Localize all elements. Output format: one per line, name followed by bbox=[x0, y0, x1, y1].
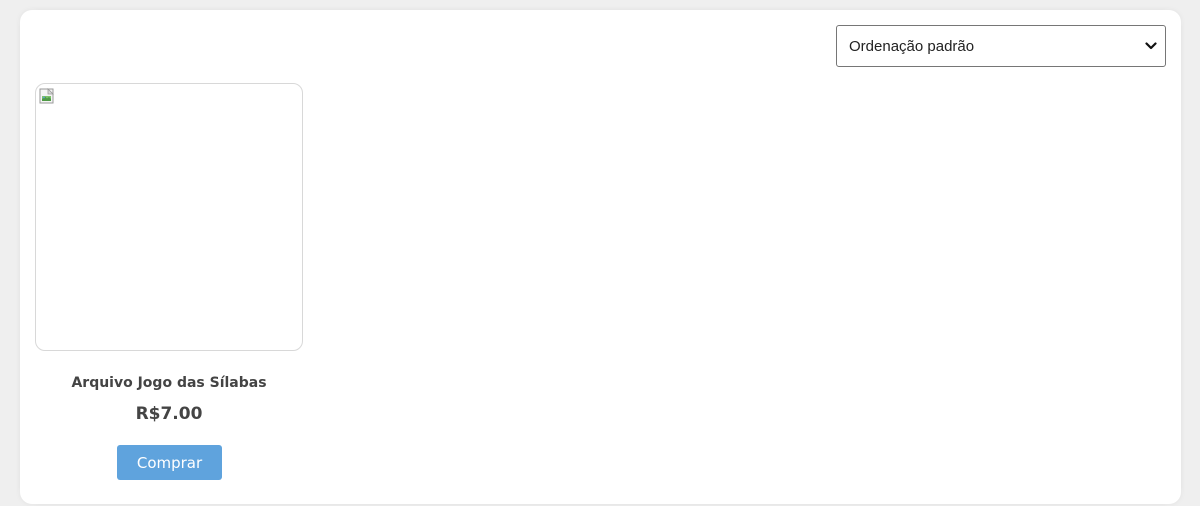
sort-dropdown[interactable]: Ordenação padrão bbox=[836, 25, 1166, 67]
chevron-down-icon bbox=[1143, 38, 1159, 54]
product-card: Arquivo Jogo das Sílabas R$7.00 Comprar bbox=[35, 83, 303, 493]
product-price: R$7.00 bbox=[135, 404, 203, 424]
buy-button[interactable]: Comprar bbox=[117, 445, 222, 480]
broken-image-icon bbox=[39, 88, 54, 104]
shop-panel: Ordenação padrão Arquivo Jogo das Sílaba… bbox=[20, 10, 1181, 504]
product-name[interactable]: Arquivo Jogo das Sílabas bbox=[35, 375, 303, 391]
sort-selected-value: Ordenação padrão bbox=[849, 37, 975, 55]
product-image[interactable] bbox=[35, 83, 303, 351]
